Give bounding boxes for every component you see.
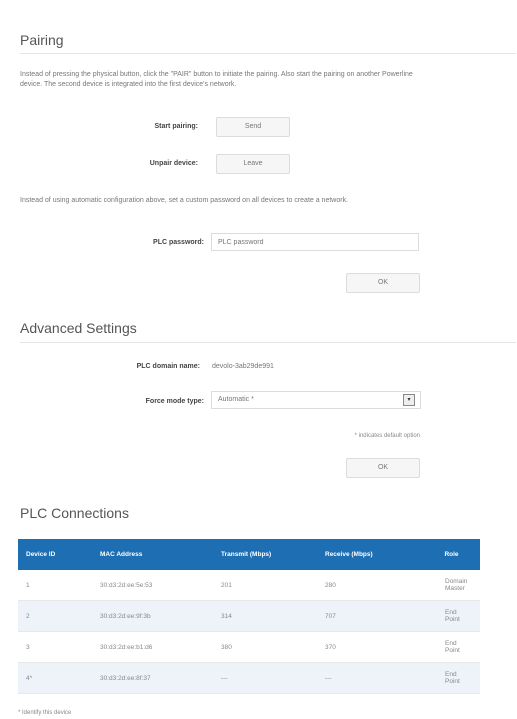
- table-row: 2 30:d3:2d:ee:9f:3b 314 707 End Point: [18, 600, 480, 632]
- table-header-row: Device ID MAC Address Transmit (Mbps) Re…: [18, 539, 480, 570]
- table-cell: 30:d3:2d:ee:9f:3b: [92, 600, 213, 632]
- table-cell: 1: [18, 570, 92, 601]
- password-ok-button[interactable]: OK: [346, 273, 420, 293]
- force-mode-selected: Automatic *: [218, 396, 254, 403]
- table-cell: 3: [18, 631, 92, 663]
- table-row: 4* 30:d3:2d:ee:8f:37 --- --- End Point: [18, 662, 480, 694]
- force-mode-select[interactable]: Automatic *: [211, 391, 421, 409]
- table-cell: 2: [18, 600, 92, 632]
- domain-name-value: devolo-3ab29de991: [212, 363, 274, 370]
- table-cell: 380: [213, 631, 317, 663]
- table-cell: 314: [213, 600, 317, 632]
- table-cell: ---: [317, 662, 423, 694]
- table-cell: 707: [317, 600, 423, 632]
- table-cell: End Point: [423, 631, 480, 663]
- connections-title: PLC Connections: [20, 505, 129, 521]
- table-row: 3 30:d3:2d:ee:b1:d6 380 370 End Point: [18, 631, 480, 663]
- table-cell: 370: [317, 631, 423, 663]
- default-option-note: * indicates default option: [354, 433, 420, 439]
- force-mode-label: Force mode type:: [145, 398, 204, 405]
- plc-connections-table: Device ID MAC Address Transmit (Mbps) Re…: [18, 539, 480, 694]
- divider: [20, 53, 516, 54]
- domain-name-label: PLC domain name:: [136, 363, 200, 370]
- pairing-description: Instead of pressing the physical button,…: [20, 71, 413, 88]
- table-cell: ---: [213, 662, 317, 694]
- plc-password-label: PLC password:: [153, 239, 204, 246]
- column-header: Device ID: [18, 539, 92, 570]
- plc-password-field[interactable]: [211, 233, 419, 251]
- start-pairing-label: Start pairing:: [154, 123, 198, 130]
- unpair-device-button[interactable]: Leave: [216, 154, 290, 174]
- table-cell: 30:d3:2d:ee:8f:37: [92, 662, 213, 694]
- column-header: MAC Address: [92, 539, 213, 570]
- table-cell: End Point: [423, 662, 480, 694]
- start-pairing-button[interactable]: Send: [216, 117, 290, 137]
- advanced-title: Advanced Settings: [20, 320, 137, 336]
- password-description: Instead of using automatic configuration…: [20, 197, 349, 204]
- table-row: 1 30:d3:2d:ee:5e:53 201 280 Domain Maste…: [18, 570, 480, 601]
- column-header: Transmit (Mbps): [213, 539, 317, 570]
- table-cell: 201: [213, 570, 317, 601]
- table-cell: Domain Master: [423, 570, 480, 601]
- table-cell: 30:d3:2d:ee:5e:53: [92, 570, 213, 601]
- table-cell: End Point: [423, 600, 480, 632]
- table-cell: 4*: [18, 662, 92, 694]
- unpair-device-label: Unpair device:: [149, 160, 198, 167]
- column-header: Receive (Mbps): [317, 539, 423, 570]
- divider: [20, 342, 516, 343]
- advanced-ok-button[interactable]: OK: [346, 458, 420, 478]
- table-cell: 30:d3:2d:ee:b1:d6: [92, 631, 213, 663]
- column-header: Role: [423, 539, 480, 570]
- pairing-title: Pairing: [20, 32, 64, 48]
- chevron-down-icon[interactable]: ▾: [403, 394, 415, 406]
- table-cell: 280: [317, 570, 423, 601]
- table-footnote: * Identify this device: [18, 710, 72, 716]
